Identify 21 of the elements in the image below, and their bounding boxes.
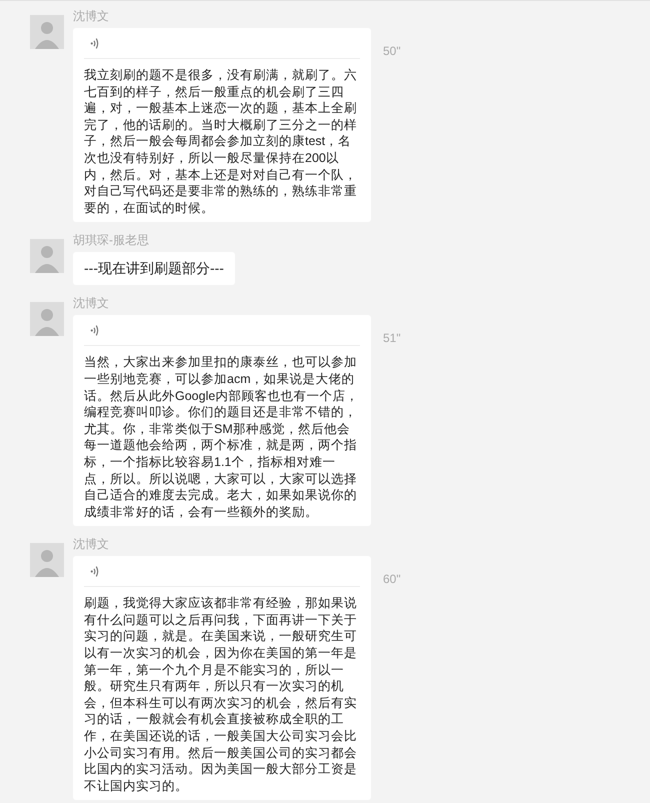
voice-duration: 51" <box>383 331 401 346</box>
sender-name: 沈博文 <box>73 296 110 312</box>
sender-name: 胡琪琛-服老思 <box>73 233 150 248</box>
voice-icon <box>90 324 99 337</box>
voice-icon <box>90 36 99 50</box>
voice-message-bubble[interactable] <box>73 556 371 800</box>
sender-name: 沈博文 <box>73 9 110 24</box>
avatar[interactable] <box>30 302 64 336</box>
voice-message-bubble[interactable]: 我立刻刷的题不是很多，没有刷满，就刷了。六七百到的样子，然后一般重点的机会刷了三四遍，对，一般基本上迷恋一次的题，基本上全刷完了，他的话刷的。当时大概刷了三分之一的样子，然后一般会每周都会参加立刻的康test，名次也没有特别好，所以一般尽量保持在200以内，然后。对，基本上还是对对自己有一个队，对自己写代码还是要非常的熟练的，熟练非常重要的，在面试的时候。 <box>73 28 371 222</box>
voice-message-bubble[interactable] <box>73 315 371 526</box>
voice-duration: 50" <box>383 44 401 58</box>
avatar[interactable] <box>30 239 64 274</box>
sender-name: 沈博文 <box>73 537 110 552</box>
voice-icon <box>90 564 99 578</box>
voice-duration: 60" <box>383 572 401 586</box>
avatar[interactable] <box>30 15 64 49</box>
voice-transcript: 当然，大家出来参加里扣的康泰丝，也可以参加一些别地竞赛，可以参加acm，如果说是大佬的话。然后从此外Google内部顾客也也有一个店，编程竞赛叫叩诊。你们的题目还是非常不错的，尤其。你，非常类似于SM那种感觉，然后他会每一道题他会给两，两个标准，就是两，两个指标，一个指标比较容易1.1个，指标相对难一点，所以。所以说嗯，大家可以，大家可以选择自己适合的难度去完成。老大，如果如果说你的成绩非常好的话，会有一些额外的奖励。 <box>84 354 360 520</box>
voice-transcript: 刷题，我觉得大家应该都非常有经验，那如果说有什么问题可以之后再问我，下面再讲一下关于实习的问题，就是。在美国来说，一般研究生可以有一次实习的机会，因为你在美国的第一年是第一年，第一个九个月是不能实习的，所以一般。研究生只有两年，所以只有一次实习的机会，但本科生可以有两次实习的机会，然后有实习的话，一般就会有机会直接被称成全职的工作，在美国还说的话，一般美国大公司实习会比小公司实习有用。然后一般美国公司的实习都会比国内的实习活动。因为美国一般大部分工资是不让国内实习的。 <box>84 595 358 794</box>
avatar[interactable] <box>30 543 64 578</box>
voice-transcript: 我立刻刷的题不是很多，没有刷满，就刷了。六七百到的样子，然后一般重点的机会刷了三四遍，对，一般基本上迷恋一次的题，基本上全刷完了，他的话刷的。当时大概刷了三分之一的样子，然后一般会每周都会参加立刻的康test，名次也没有特别好，所以一般尽量保持在200以内，然后。对，基本上还是对对自己有一个队，对自己写代码还是要非常的熟练的，熟练非常重要的，在面试的时候。 <box>84 67 358 216</box>
message-bubble: ---现在讲到刷题部分--- <box>73 252 235 286</box>
